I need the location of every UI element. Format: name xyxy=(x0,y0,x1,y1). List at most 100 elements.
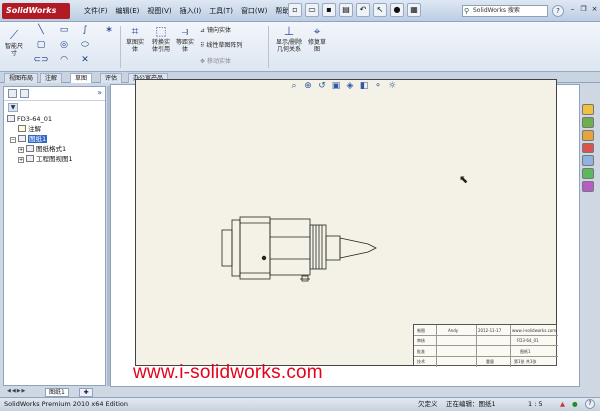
repair-sketch-label: 修复草图 xyxy=(307,39,326,53)
watermark-text: www.i-solidworks.com xyxy=(133,362,323,383)
mirror-entities-button[interactable]: ⊿ 镜向实体 xyxy=(200,25,231,34)
hide-show-items-icon[interactable]: ⚬ xyxy=(372,81,384,92)
title-block[interactable]: 制图 Andy 2012-11-17 www.i-solidworks.com … xyxy=(413,324,558,367)
sheet-info: 第1张 共1张 xyxy=(514,359,537,364)
section-view-icon[interactable]: ▣ xyxy=(330,81,342,92)
menu-bar: 文件(F) 编辑(E) 视图(V) 插入(I) 工具(T) 窗口(W) 帮助(H… xyxy=(80,6,304,16)
menu-insert[interactable]: 插入(I) xyxy=(176,6,206,16)
tab-evaluate[interactable]: 评估 xyxy=(100,73,123,83)
zoom-to-fit-icon[interactable]: ⌕ xyxy=(288,81,300,92)
sheet-nav-arrows[interactable]: ◀◀▶▶ xyxy=(7,388,26,394)
rebuild-icon[interactable]: ● xyxy=(390,3,404,17)
smart-dimension-label: 智能尺寸 xyxy=(4,43,23,57)
close-icon[interactable]: × xyxy=(590,3,599,15)
menu-view[interactable]: 视图(V) xyxy=(143,6,175,16)
display-style-icon[interactable]: ◧ xyxy=(358,81,370,92)
options-icon[interactable]: ▦ xyxy=(407,3,421,17)
menu-window[interactable]: 窗口(W) xyxy=(237,6,271,16)
website-text: www.i-solidworks.com xyxy=(512,328,557,333)
move-entities-button[interactable]: ✥ 移动实体 xyxy=(200,56,231,65)
sketch-entities-label: 草图实体 xyxy=(125,39,144,53)
drawing-date: 2012-11-17 xyxy=(478,328,502,333)
quick-access-toolbar: ▫ ▭ ▪ ▤ ↶ ↖ ● ▦ xyxy=(288,3,421,17)
restore-icon[interactable]: ❐ xyxy=(579,3,588,15)
previous-view-icon[interactable]: ↺ xyxy=(316,81,328,92)
menu-file[interactable]: 文件(F) xyxy=(80,6,112,16)
appearances-icon[interactable] xyxy=(582,168,594,180)
window-controls: – ❐ × xyxy=(568,3,599,15)
check-label: 审核 xyxy=(417,338,425,343)
smart-dimension-button[interactable]: ⟋ 智能尺寸 xyxy=(3,28,25,57)
feature-manager-icon[interactable] xyxy=(8,89,17,98)
view-orientation-icon[interactable]: ◈ xyxy=(344,81,356,92)
point-tool-icon[interactable]: ✕ xyxy=(76,54,94,66)
drawing-sheet[interactable]: 制图 Andy 2012-11-17 www.i-solidworks.com … xyxy=(135,79,558,367)
collapse-node-icon[interactable]: − xyxy=(10,137,16,143)
graphics-area[interactable]: 制图 Andy 2012-11-17 www.i-solidworks.com … xyxy=(110,79,580,387)
spline-tool-icon[interactable]: ∫ xyxy=(76,24,94,36)
tab-sketch[interactable]: 草图 xyxy=(70,73,93,83)
arc-tool-icon[interactable]: ◠ xyxy=(55,54,73,66)
search-results-icon[interactable] xyxy=(582,142,594,154)
view-palette-icon[interactable] xyxy=(582,155,594,167)
expand-node-icon[interactable]: + xyxy=(18,157,24,163)
apply-scene-icon[interactable]: ☼ xyxy=(386,81,398,92)
display-relations-button[interactable]: ⊥ 显示/删除几何关系 xyxy=(275,24,303,53)
zoom-to-area-icon[interactable]: ⊕ xyxy=(302,81,314,92)
tree-item-sheet-format[interactable]: + 图纸格式1 xyxy=(18,145,66,153)
ellipse-tool-icon[interactable]: ⬭ xyxy=(76,39,94,51)
open-folder-icon[interactable]: ▭ xyxy=(305,3,319,17)
collapse-panel-icon[interactable]: » xyxy=(97,88,102,97)
tree-root[interactable]: FD3-64_01 xyxy=(7,115,52,123)
line-tool-icon[interactable]: ╲ xyxy=(32,24,50,36)
ribbon-separator xyxy=(268,26,269,68)
tree-item-annotations[interactable]: 注解 xyxy=(18,125,41,133)
filter-icon[interactable]: ▼ xyxy=(8,103,18,112)
rectangle-outline-icon[interactable]: ▢ xyxy=(32,39,50,51)
circle-tool-icon[interactable]: ◎ xyxy=(55,39,73,51)
design-library-icon[interactable] xyxy=(582,116,594,128)
search-input[interactable]: ⚲ SolidWorks 搜索 xyxy=(462,5,548,17)
tree-item-drawing-view[interactable]: + 工程图视图1 xyxy=(18,155,73,163)
sheet-tabs: ◀◀▶▶ 图纸1 ✚ xyxy=(3,388,106,397)
slot-tool-icon[interactable]: ⊂⊃ xyxy=(32,54,50,66)
save-icon[interactable]: ▪ xyxy=(322,3,336,17)
task-pane-tabs xyxy=(582,104,596,193)
sheet-tab-1[interactable]: 图纸1 xyxy=(45,388,69,397)
minimize-icon[interactable]: – xyxy=(568,3,577,15)
property-manager-icon[interactable] xyxy=(20,89,29,98)
select-icon[interactable]: ↖ xyxy=(373,3,387,17)
solidworks-resources-icon[interactable] xyxy=(582,104,594,115)
status-help-icon[interactable]: ? xyxy=(585,399,595,409)
print-icon[interactable]: ▤ xyxy=(339,3,353,17)
add-sheet-icon[interactable]: ✚ xyxy=(79,388,93,397)
tree-item-sheet[interactable]: − 图纸1 xyxy=(10,135,48,143)
offset-entities-button[interactable]: ⥽ 等距实体 xyxy=(174,24,196,53)
help-icon[interactable]: ? xyxy=(552,5,564,17)
tab-view-layout[interactable]: 视图布局 xyxy=(4,73,39,83)
display-relations-label: 显示/删除几何关系 xyxy=(275,39,303,53)
rectangle-tool-icon[interactable]: ▭ xyxy=(55,24,73,36)
custom-properties-icon[interactable] xyxy=(582,181,594,193)
material-text: 图纸1 xyxy=(520,349,531,354)
annotations-icon xyxy=(18,125,26,132)
feature-manager-panel: » ▼ FD3-64_01 注解 − 图纸1 + 图纸格式1 + 工程图视图1 xyxy=(3,86,106,386)
sketch-entities-button[interactable]: ⌗ 草图实体 xyxy=(124,24,146,53)
rebuild-status-icon[interactable]: ▲ xyxy=(560,398,565,410)
undo-icon[interactable]: ↶ xyxy=(356,3,370,17)
linear-pattern-button[interactable]: ⠿ 线性草图阵列 xyxy=(200,40,242,49)
file-explorer-icon[interactable] xyxy=(582,129,594,141)
dot-tool-icon[interactable]: ∗ xyxy=(100,24,118,36)
repair-sketch-button[interactable]: ⌖ 修复草图 xyxy=(306,24,328,53)
tech-label: 技术 xyxy=(417,359,425,364)
new-document-icon[interactable]: ▫ xyxy=(288,3,302,17)
expand-node-icon[interactable]: + xyxy=(18,147,24,153)
tab-annotation[interactable]: 注解 xyxy=(40,73,63,83)
solidworks-logo[interactable]: SolidWorks xyxy=(2,3,70,19)
convert-entities-button[interactable]: ⬚ 转换实体引用 xyxy=(150,24,172,53)
menu-tools[interactable]: 工具(T) xyxy=(205,6,237,16)
drawing-view-icon xyxy=(26,155,34,162)
menu-edit[interactable]: 编辑(E) xyxy=(112,6,144,16)
traffic-light-icon[interactable]: ● xyxy=(572,398,578,410)
heads-up-view-toolbar: ⌕ ⊕ ↺ ▣ ◈ ◧ ⚬ ☼ xyxy=(288,81,398,92)
